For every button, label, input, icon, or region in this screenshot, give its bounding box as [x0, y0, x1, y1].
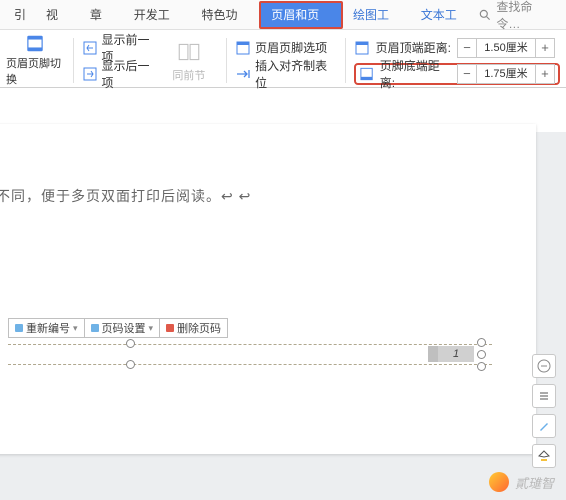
page-number-toolbar: 重新编号 ▾ 页码设置 ▾ 删除页码: [8, 318, 228, 338]
footer-distance-spinner[interactable]: − 1.75厘米 +: [457, 64, 555, 84]
brush-icon: [537, 419, 551, 433]
renumber-icon: [15, 324, 23, 332]
chevron-down-icon: ▾: [73, 323, 78, 334]
selection-handle[interactable]: [477, 350, 486, 359]
outline-icon: [537, 389, 551, 403]
separator: [345, 38, 346, 83]
header-distance-icon: [354, 40, 370, 56]
footer-distance-minus[interactable]: −: [458, 65, 476, 83]
tab-features[interactable]: 特色功能: [192, 0, 260, 30]
show-next-button[interactable]: 显示后一项: [82, 63, 160, 85]
search-commands[interactable]: 查找命令…: [478, 0, 562, 32]
link-section-icon: [176, 39, 202, 65]
switch-icon: [22, 34, 48, 53]
tab-dev-tools[interactable]: 开发工具: [124, 0, 192, 30]
selection-handle[interactable]: [477, 338, 486, 347]
collapse-button[interactable]: [532, 354, 556, 378]
search-placeholder: 查找命令…: [496, 0, 556, 32]
delete-page-number-button[interactable]: 删除页码: [160, 318, 228, 338]
outline-button[interactable]: [532, 384, 556, 408]
selection-handle[interactable]: [477, 362, 486, 371]
page-settings-button[interactable]: 页码设置 ▾: [85, 318, 161, 338]
document-text: 不同，便于多页双面打印后阅读。↩ ↩: [0, 186, 251, 206]
header-footer-options-button[interactable]: 页眉页脚选项: [235, 37, 337, 59]
show-next-label: 显示后一项: [102, 57, 160, 91]
chevron-down-icon: ▾: [149, 323, 154, 334]
prev-icon: [82, 40, 98, 56]
header-footer-switch-button[interactable]: 页眉页脚切换: [6, 34, 65, 87]
settings-label: 页码设置: [102, 320, 146, 336]
header-distance-spinner[interactable]: − 1.50厘米 +: [457, 38, 555, 58]
insert-tabstop-button[interactable]: 插入对齐制表位: [235, 63, 337, 85]
footer-distance-value[interactable]: 1.75厘米: [476, 65, 536, 83]
floating-toolbar: [532, 354, 558, 468]
delete-label: 删除页码: [177, 320, 221, 336]
highlight-button[interactable]: [532, 444, 556, 468]
separator: [226, 38, 227, 83]
footer-distance-label: 页脚底端距离:: [380, 57, 451, 91]
same-prev-label: 同前节: [172, 67, 205, 83]
same-as-previous-button: 同前节: [160, 34, 219, 87]
switch-label: 页眉页脚切换: [6, 55, 65, 87]
tab-header-footer[interactable]: 页眉和页脚: [259, 1, 343, 29]
footer-guide-top: [8, 344, 492, 345]
separator: [73, 38, 74, 83]
header-distance-plus[interactable]: +: [536, 39, 554, 57]
selection-handle[interactable]: [126, 360, 135, 369]
footer-distance-icon: [359, 66, 374, 82]
ribbon-tabs: 引 视图 章节 开发工具 特色功能 页眉和页脚 绘图工具 文本工具 查找命令…: [0, 0, 566, 30]
page: 不同，便于多页双面打印后阅读。↩ ↩ 重新编号 ▾ 页码设置 ▾ 删除页码 1: [0, 124, 536, 454]
footer-guide-bottom: [8, 364, 492, 365]
tabstop-icon: [235, 66, 251, 82]
brush-button[interactable]: [532, 414, 556, 438]
renumber-button[interactable]: 重新编号 ▾: [8, 318, 85, 338]
page-number-field[interactable]: 1: [428, 346, 474, 362]
options-label: 页眉页脚选项: [255, 39, 327, 56]
footer-distance-plus[interactable]: +: [536, 65, 554, 83]
ribbon: 页眉页脚切换 显示前一项 显示后一项 同前节 页眉页脚选项 插入对齐制表位 页眉…: [0, 30, 566, 88]
renumber-label: 重新编号: [26, 320, 70, 336]
weibo-logo-icon: [489, 472, 509, 492]
search-icon: [478, 8, 492, 22]
settings-icon: [91, 324, 99, 332]
header-distance-value[interactable]: 1.50厘米: [476, 39, 536, 57]
tab-chapters[interactable]: 章节: [80, 0, 124, 30]
header-distance-minus[interactable]: −: [458, 39, 476, 57]
tab-text-tools[interactable]: 文本工具: [411, 0, 479, 30]
delete-icon: [166, 324, 174, 332]
watermark-text: 貳璡智: [515, 473, 554, 492]
tab-view[interactable]: 视图: [36, 0, 80, 30]
highlight-icon: [537, 449, 551, 463]
next-icon: [82, 66, 98, 82]
tabstop-label: 插入对齐制表位: [255, 57, 337, 91]
show-prev-button[interactable]: 显示前一项: [82, 37, 160, 59]
tab-drawing-tools[interactable]: 绘图工具: [343, 0, 411, 30]
tab-partial[interactable]: 引: [4, 0, 36, 30]
selection-handle[interactable]: [126, 339, 135, 348]
watermark: 貳璡智: [489, 472, 554, 492]
document-canvas: 不同，便于多页双面打印后阅读。↩ ↩ 重新编号 ▾ 页码设置 ▾ 删除页码 1: [0, 132, 566, 500]
minus-icon: [537, 359, 551, 373]
header-distance-label: 页眉顶端距离:: [376, 39, 451, 56]
options-icon: [235, 40, 251, 56]
